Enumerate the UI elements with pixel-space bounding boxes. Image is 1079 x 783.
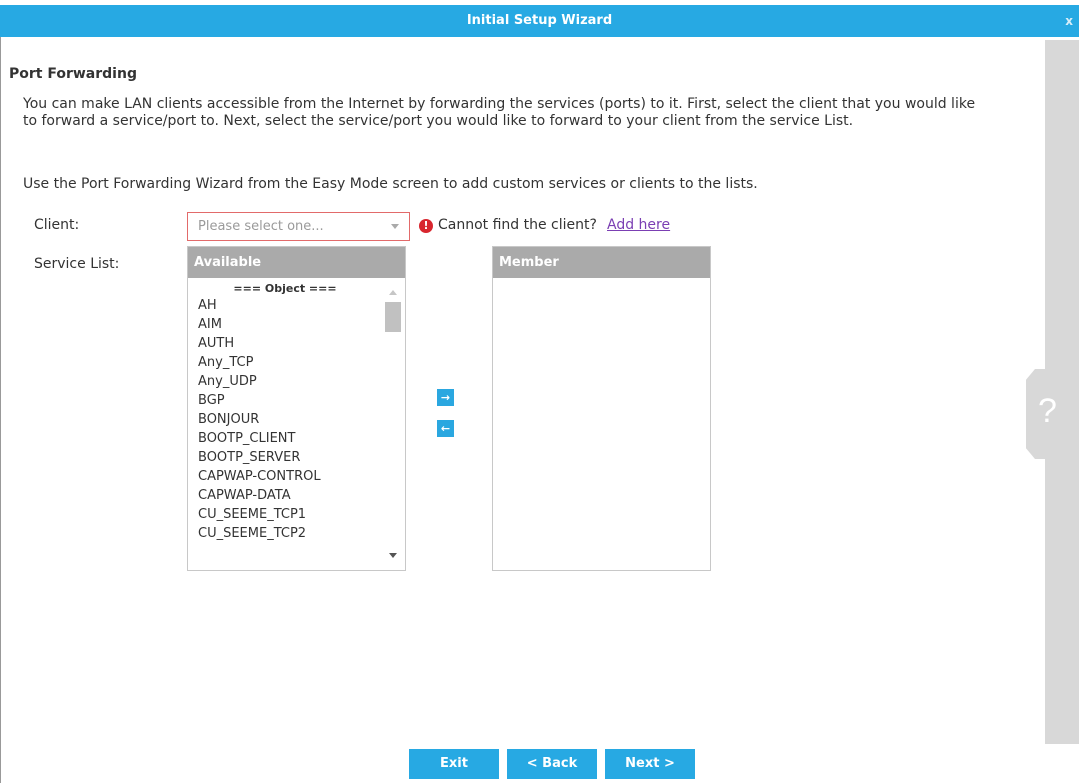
list-group-header: === Object === (233, 282, 337, 295)
add-client-link[interactable]: Add here (607, 217, 670, 233)
list-item[interactable]: Any_TCP (188, 353, 382, 372)
exit-button[interactable]: Exit (409, 749, 499, 779)
list-item[interactable]: BOOTP_CLIENT (188, 429, 382, 448)
section-title: Port Forwarding (9, 66, 137, 82)
next-button[interactable]: Next > (605, 749, 695, 779)
available-items[interactable]: === Object === AH AIM AUTH Any_TCP Any_UDP BG… (188, 282, 382, 566)
list-item[interactable]: CAPWAP-DATA (188, 486, 382, 505)
move-to-available-button[interactable]: ← (437, 420, 454, 437)
list-item[interactable]: AH (188, 296, 382, 315)
client-select[interactable]: Please select one... (187, 212, 410, 241)
frame-border (0, 37, 1, 783)
list-item[interactable]: BONJOUR (188, 410, 382, 429)
wizard-title-bar: Initial Setup Wizard x (0, 5, 1079, 37)
back-button[interactable]: < Back (507, 749, 597, 779)
close-icon[interactable]: x (1065, 5, 1073, 37)
list-item[interactable]: AUTH (188, 334, 382, 353)
question-icon[interactable]: ? (1038, 392, 1057, 431)
client-label: Client: (34, 217, 80, 233)
arrow-left-icon: ← (440, 422, 451, 435)
arrow-right-icon: → (440, 391, 451, 404)
section-description: You can make LAN clients accessible from… (23, 96, 976, 129)
client-select-placeholder: Please select one... (198, 219, 324, 234)
available-scrollbar[interactable] (385, 282, 401, 566)
scroll-up-icon[interactable] (389, 290, 397, 295)
list-item[interactable]: BGP (188, 391, 382, 410)
list-item[interactable]: BOOTP_SERVER (188, 448, 382, 467)
list-item[interactable]: CU_SEEME_TCP2 (188, 524, 382, 543)
exclamation-icon: ! (419, 219, 433, 233)
service-list-label: Service List: (34, 256, 120, 272)
move-to-member-button[interactable]: → (437, 389, 454, 406)
list-item[interactable]: Any_UDP (188, 372, 382, 391)
scroll-down-icon[interactable] (389, 553, 397, 558)
wizard-title: Initial Setup Wizard (466, 13, 613, 28)
list-item[interactable]: CAPWAP-CONTROL (188, 467, 382, 486)
available-header: Available (188, 247, 405, 278)
member-header: Member (493, 247, 710, 278)
chevron-down-icon (391, 224, 399, 229)
member-list[interactable]: Member (492, 246, 711, 571)
list-item[interactable]: AIM (188, 315, 382, 334)
scroll-thumb[interactable] (385, 302, 401, 332)
list-item[interactable]: CU_SEEME_TCP1 (188, 505, 382, 524)
client-warning-text: Cannot find the client? (438, 217, 597, 233)
section-note: Use the Port Forwarding Wizard from the … (23, 176, 758, 192)
available-list[interactable]: Available === Object === AH AIM AUTH Any_TC… (187, 246, 406, 571)
